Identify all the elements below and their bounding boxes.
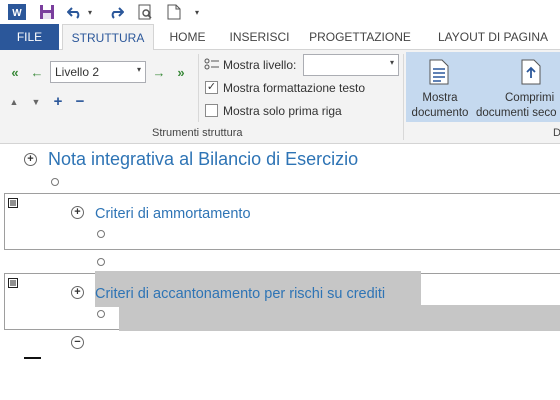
expand-heading-icon[interactable]: + <box>71 286 84 299</box>
demote-to-body-text-icon[interactable]: » <box>172 63 190 81</box>
tab-struttura[interactable]: STRUTTURA <box>62 24 154 51</box>
subdocument-box <box>4 193 560 250</box>
outline-level-select[interactable]: Livello 2 ▾ <box>50 61 146 83</box>
move-down-icon[interactable]: ▼ <box>28 94 44 110</box>
outline-heading-1[interactable]: Nota integrativa al Bilancio di Esercizi… <box>48 149 358 170</box>
customize-qat-icon[interactable]: ▾ <box>190 2 204 22</box>
ribbon-separator <box>198 54 199 122</box>
tab-file[interactable]: FILE <box>0 24 59 50</box>
ribbon-separator <box>403 54 404 140</box>
show-level-select[interactable]: ▾ <box>303 54 399 76</box>
body-text-bullet-icon[interactable] <box>97 310 105 318</box>
collapse-subdocuments-line1: Comprimi <box>505 92 555 104</box>
outline-heading-2-selected[interactable]: Criteri di accantonamento per rischi su … <box>95 286 385 302</box>
show-document-button[interactable]: Mostra documento <box>408 91 472 121</box>
body-text-bullet-icon[interactable] <box>97 258 105 266</box>
redo-icon[interactable] <box>106 2 126 22</box>
svg-text:W: W <box>12 8 22 19</box>
print-preview-icon[interactable] <box>134 2 156 22</box>
word-icon[interactable]: W <box>6 2 28 22</box>
chevron-down-icon: ▾ <box>389 58 394 67</box>
tab-layout-di-pagina[interactable]: LAYOUT DI PAGINA <box>426 24 560 50</box>
expand-icon[interactable]: + <box>50 93 66 110</box>
show-first-line-label: Mostra solo prima riga <box>223 104 342 118</box>
text-selection <box>119 305 560 331</box>
demote-icon[interactable]: → <box>150 63 168 81</box>
body-text-bullet-icon[interactable] <box>51 178 59 186</box>
group-label-master-document: D <box>553 127 560 139</box>
undo-dropdown-icon[interactable]: ▾ <box>84 2 96 22</box>
group-label-outline-tools: Strumenti struttura <box>152 127 243 139</box>
show-document-icon[interactable] <box>426 57 452 87</box>
show-document-line2: documento <box>411 107 469 119</box>
expand-heading-icon[interactable]: + <box>24 153 37 166</box>
ribbon: « ← Livello 2 ▾ → » ▲ ▼ + − Mostra livel… <box>0 50 560 144</box>
collapse-heading-icon[interactable]: − <box>71 336 84 349</box>
tab-inserisci[interactable]: INSERISCI <box>222 24 297 50</box>
show-level-icon <box>204 57 220 71</box>
show-first-line-checkbox[interactable] <box>205 104 218 117</box>
show-formatting-checkbox[interactable]: ✓ <box>205 81 218 94</box>
chevron-down-icon: ▾ <box>136 65 141 74</box>
save-icon[interactable] <box>36 2 58 22</box>
collapse-subdocuments-button[interactable]: Comprimi documenti seco <box>476 91 560 121</box>
tab-home[interactable]: HOME <box>160 24 215 50</box>
expand-heading-icon[interactable]: + <box>71 206 84 219</box>
end-of-document-marker <box>24 357 41 359</box>
show-document-line1: Mostra <box>422 92 458 104</box>
move-up-icon[interactable]: ▲ <box>6 94 22 110</box>
show-formatting-label: Mostra formattazione testo <box>223 81 366 95</box>
ribbon-tabs: FILE STRUTTURA HOME INSERISCI PROGETTAZI… <box>0 24 560 51</box>
body-text-bullet-icon[interactable] <box>97 230 105 238</box>
collapse-subdocuments-line2: documenti seco <box>476 107 557 119</box>
collapse-icon[interactable]: − <box>72 93 88 110</box>
outline-heading-2[interactable]: Criteri di ammortamento <box>95 206 251 222</box>
outline-level-value: Livello 2 <box>55 65 100 79</box>
show-level-label: Mostra livello: <box>223 58 297 72</box>
promote-icon[interactable]: ← <box>28 63 46 81</box>
subdocument-icon[interactable] <box>8 278 18 291</box>
tab-progettazione[interactable]: PROGETTAZIONE <box>304 24 416 50</box>
document-outline-view[interactable]: + Nota integrativa al Bilancio di Eserci… <box>0 145 560 400</box>
new-document-icon[interactable] <box>164 2 184 22</box>
collapse-subdocuments-icon[interactable] <box>518 57 544 87</box>
subdocument-icon[interactable] <box>8 198 18 211</box>
quick-access-toolbar: W ▾ ▾ <box>0 0 560 24</box>
undo-icon[interactable] <box>66 2 84 22</box>
promote-to-heading-1-icon[interactable]: « <box>6 63 24 81</box>
